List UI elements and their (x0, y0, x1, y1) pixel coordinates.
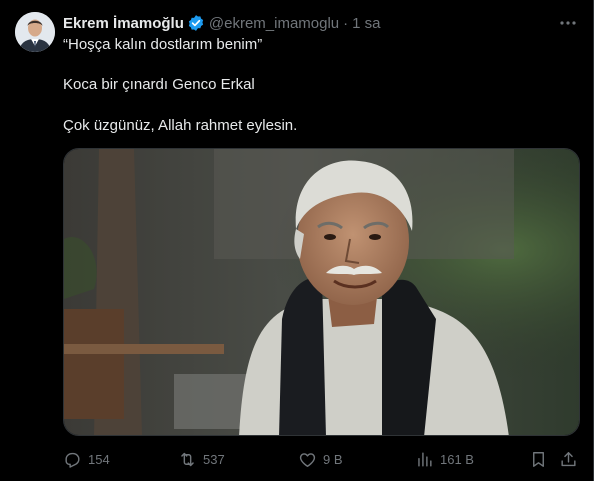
like-icon (299, 452, 316, 467)
retweet-icon (181, 452, 194, 466)
avatar[interactable] (15, 12, 55, 52)
share-icon (561, 451, 576, 466)
author-handle[interactable]: @ekrem_imamoglu (209, 15, 339, 32)
like-button[interactable]: 9 B (298, 449, 343, 469)
retweet-button[interactable]: 537 (178, 449, 225, 469)
bookmark-icon (533, 451, 544, 467)
reply-button[interactable]: 154 (63, 449, 110, 469)
tweet-photo[interactable] (63, 148, 580, 436)
like-count: 9 B (323, 451, 343, 467)
tweet-text-line-3: Çok üzgünüz, Allah rahmet eylesin. (63, 117, 298, 134)
author-name[interactable]: Ekrem İmamoğlu (63, 15, 184, 32)
views-button[interactable]: 161 B (415, 449, 474, 469)
share-button[interactable] (559, 449, 584, 469)
tweet-actions: 154 537 9 B 161 B (63, 449, 583, 469)
views-icon (418, 451, 432, 467)
retweet-count: 537 (203, 451, 225, 467)
tweet-timestamp[interactable]: 1 sa (352, 15, 380, 32)
tweet-text-line-2: Koca bir çınardı Genco Erkal (63, 76, 255, 93)
separator-dot: · (343, 14, 349, 32)
tweet-text-line-1: “Hoşça kalın dostlarım benim” (63, 36, 263, 53)
verified-badge-icon (187, 14, 205, 32)
reply-count: 154 (88, 451, 110, 467)
views-count: 161 B (440, 451, 474, 467)
reply-icon (65, 452, 80, 468)
bookmark-button[interactable] (529, 449, 554, 469)
tweet-header: Ekrem İmamoğlu @ekrem_imamoglu · 1 sa (63, 13, 381, 33)
more-icon[interactable] (559, 14, 577, 32)
